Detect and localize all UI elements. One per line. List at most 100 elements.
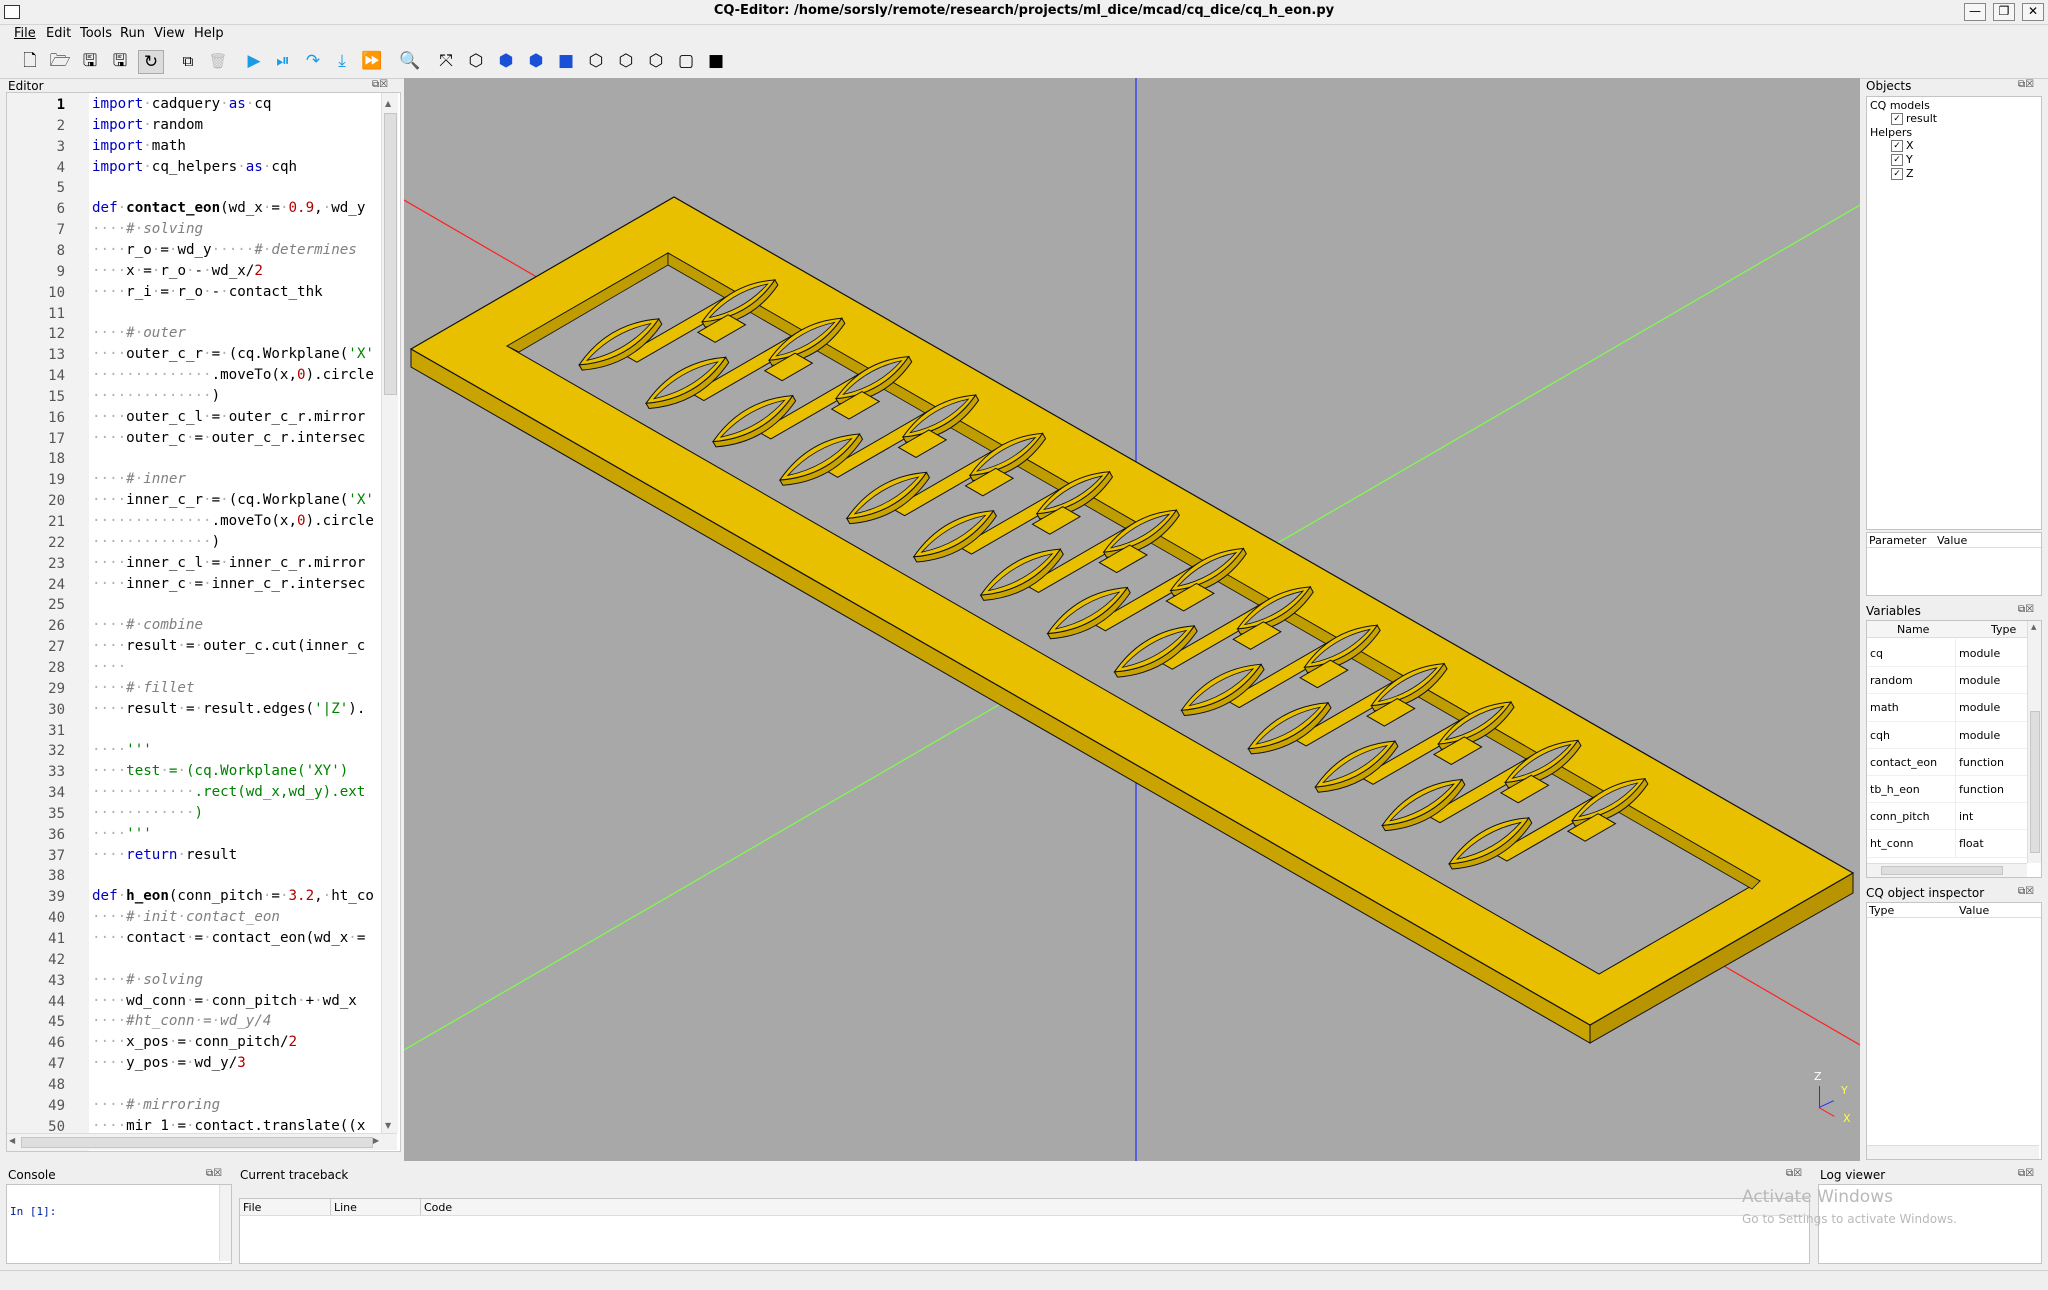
inspector-type-header[interactable]: Type (1869, 904, 1894, 917)
code-line[interactable]: ····outer_c·=·outer_c_r.intersec (92, 430, 377, 446)
code-line[interactable]: ····inner_c_l·=·inner_c_r.mirror (92, 555, 377, 571)
tree-item-z[interactable]: ✓ Z (1891, 167, 1914, 180)
zoom-fit-icon[interactable]: 🔍 (398, 50, 422, 72)
variable-row[interactable]: ht_conn float (1867, 829, 2027, 858)
code-line[interactable]: ····contact·=·contact_eon(wd_x·= (92, 930, 377, 946)
code-line[interactable]: import·cadquery·as·cq (92, 96, 377, 112)
code-line[interactable]: ····r_i·=·r_o·-·contact_thk (92, 284, 377, 300)
variable-row[interactable]: cq module (1867, 639, 2027, 668)
code-line[interactable]: ····#·fillet (92, 680, 377, 696)
editor-horizontal-scrollbar[interactable]: ◀ ▶ (7, 1133, 397, 1150)
variables-table[interactable]: Name Type cq module random module math module… (1866, 620, 2042, 878)
continue-icon[interactable]: ⏩ (360, 50, 384, 72)
code-line[interactable]: ····result·=·result.edges('|Z'). (92, 701, 377, 717)
code-line[interactable]: def·h_eon(conn_pitch·=·3.2,·ht_co (92, 888, 377, 904)
menu-tools[interactable]: Tools (80, 26, 112, 41)
code-line[interactable]: ····''' (92, 826, 377, 842)
console-panel[interactable]: In [1]: (6, 1184, 232, 1264)
variable-row[interactable]: conn_pitch int (1867, 802, 2027, 831)
code-line[interactable]: import·cq_helpers·as·cqh (92, 159, 377, 175)
top-view-icon[interactable]: ⬢ (494, 50, 518, 72)
code-line[interactable]: ····x·=·r_o·-·wd_x/2 (92, 263, 377, 279)
step-into-icon[interactable]: ⤓ (330, 50, 354, 72)
variable-row[interactable]: contact_eon function (1867, 747, 2027, 776)
parameter-column-header[interactable]: Parameter (1869, 534, 1926, 547)
tree-item-x[interactable]: ✓ X (1891, 139, 1914, 152)
variable-row[interactable]: math module (1867, 693, 2027, 722)
code-line[interactable]: ····x_pos·=·conn_pitch/2 (92, 1034, 377, 1050)
code-line[interactable]: ···· (92, 659, 377, 675)
shaded-icon[interactable]: ■ (704, 50, 728, 72)
variable-row[interactable]: tb_h_eon function (1867, 775, 2027, 804)
minimize-icon[interactable]: — (1964, 3, 1986, 21)
variable-row[interactable]: cqh module (1867, 720, 2027, 749)
traceback-dock-buttons[interactable]: ⧉☒ (1786, 1168, 1802, 1179)
name-column-header[interactable]: Name (1897, 623, 1929, 636)
code-line[interactable]: ····#·solving (92, 221, 377, 237)
code-line[interactable]: ············.rect(wd_x,wd_y).ext (92, 784, 377, 800)
checkbox-icon[interactable]: ✓ (1891, 168, 1903, 180)
render-icon[interactable]: ▶ (242, 50, 266, 72)
parameter-table[interactable]: Parameter Value (1866, 532, 2042, 596)
editor-vertical-scrollbar[interactable]: ▲ ▼ (381, 93, 398, 1133)
code-line[interactable]: ··············.moveTo(x,0).circle (92, 367, 377, 383)
menu-edit[interactable]: Edit (46, 26, 71, 41)
checkbox-icon[interactable]: ✓ (1891, 154, 1903, 166)
code-line[interactable]: ··············) (92, 534, 377, 550)
code-line[interactable]: ····inner_c·=·inner_c_r.intersec (92, 576, 377, 592)
inspector-horizontal-scrollbar[interactable] (1867, 1145, 2039, 1159)
tree-group-helpers[interactable]: Helpers (1870, 126, 1912, 139)
new-file-icon[interactable]: 🗋 (18, 50, 42, 72)
menu-file[interactable]: File (14, 26, 36, 41)
code-line[interactable]: ····mir_1·=·contact.translate((x_ (92, 1118, 377, 1134)
copy-icon[interactable]: ⧉ (176, 50, 200, 72)
code-line[interactable]: ····#·inner (92, 471, 377, 487)
code-line[interactable]: ····outer_c_l·=·outer_c_r.mirror (92, 409, 377, 425)
code-line[interactable]: ····y_pos·=·wd_y/3 (92, 1055, 377, 1071)
back-view-icon[interactable]: ⬡ (614, 50, 638, 72)
code-line[interactable]: ··············) (92, 388, 377, 404)
objects-tree[interactable]: CQ models ✓ result Helpers ✓ X ✓ Y ✓ Z (1866, 96, 2042, 530)
value-column-header[interactable]: Value (1937, 534, 1967, 547)
tree-item-result[interactable]: ✓ result (1891, 112, 1937, 125)
code-line[interactable]: ····#·init·contact_eon (92, 909, 377, 925)
code-line[interactable]: ··············.moveTo(x,0).circle (92, 513, 377, 529)
code-line[interactable]: ····#·mirroring (92, 1097, 377, 1113)
menu-run[interactable]: Run (120, 26, 145, 41)
code-line[interactable]: ····outer_c_r·=·(cq.Workplane('X' (92, 346, 377, 362)
traceback-table[interactable]: File Line Code (239, 1198, 1810, 1264)
code-column-header[interactable]: Code (424, 1201, 452, 1214)
tree-item-y[interactable]: ✓ Y (1891, 153, 1913, 166)
right-view-icon[interactable]: ⬡ (584, 50, 608, 72)
code-line[interactable]: import·random (92, 117, 377, 133)
code-line[interactable]: ····#·outer (92, 325, 377, 341)
line-column-header[interactable]: Line (334, 1201, 357, 1214)
code-line[interactable]: ····r_o·=·wd_y·····#·determines (92, 242, 377, 258)
save-icon[interactable]: 🖫 (78, 50, 102, 72)
iso-view-icon[interactable]: ⬡ (464, 50, 488, 72)
variables-dock-buttons[interactable]: ⧉☒ (2018, 604, 2034, 615)
type-column-header[interactable]: Type (1991, 623, 2016, 636)
delete-icon[interactable]: 🗑 (206, 50, 230, 72)
save-as-icon[interactable]: 🖫 (108, 50, 132, 72)
code-line[interactable]: ····wd_conn·=·conn_pitch·+·wd_x (92, 993, 377, 1009)
viewport-canvas[interactable] (404, 78, 1860, 1161)
debug-icon[interactable]: ⏯ (271, 50, 295, 72)
file-column-header[interactable]: File (243, 1201, 261, 1214)
code-line[interactable]: ····''' (92, 742, 377, 758)
code-line[interactable]: ····test·=·(cq.Workplane('XY') (92, 763, 377, 779)
menu-help[interactable]: Help (194, 26, 224, 41)
fit-icon[interactable]: ⤧ (434, 50, 458, 72)
inspector-value-header[interactable]: Value (1959, 904, 1989, 917)
left-view-icon[interactable]: ■ (554, 50, 578, 72)
front-view-icon[interactable]: ⬢ (524, 50, 548, 72)
maximize-icon[interactable]: ❐ (1993, 3, 2015, 21)
console-dock-buttons[interactable]: ⧉☒ (206, 1168, 222, 1179)
3d-viewport[interactable]: Z Y X (404, 78, 1860, 1161)
model-result[interactable] (409, 196, 1855, 1044)
code-line[interactable]: ····inner_c_r·=·(cq.Workplane('X' (92, 492, 377, 508)
editor-dock-buttons[interactable]: ⧉☒ (372, 79, 388, 90)
code-editor[interactable]: 1 2 3 4 5 6 7 8 9 10 11 12 13 14 15 16 17 18 19 20 21 22 23 24 2… (6, 92, 401, 1152)
variables-vertical-scrollbar[interactable]: ▲ (2027, 621, 2041, 863)
code-line[interactable]: ············) (92, 805, 377, 821)
